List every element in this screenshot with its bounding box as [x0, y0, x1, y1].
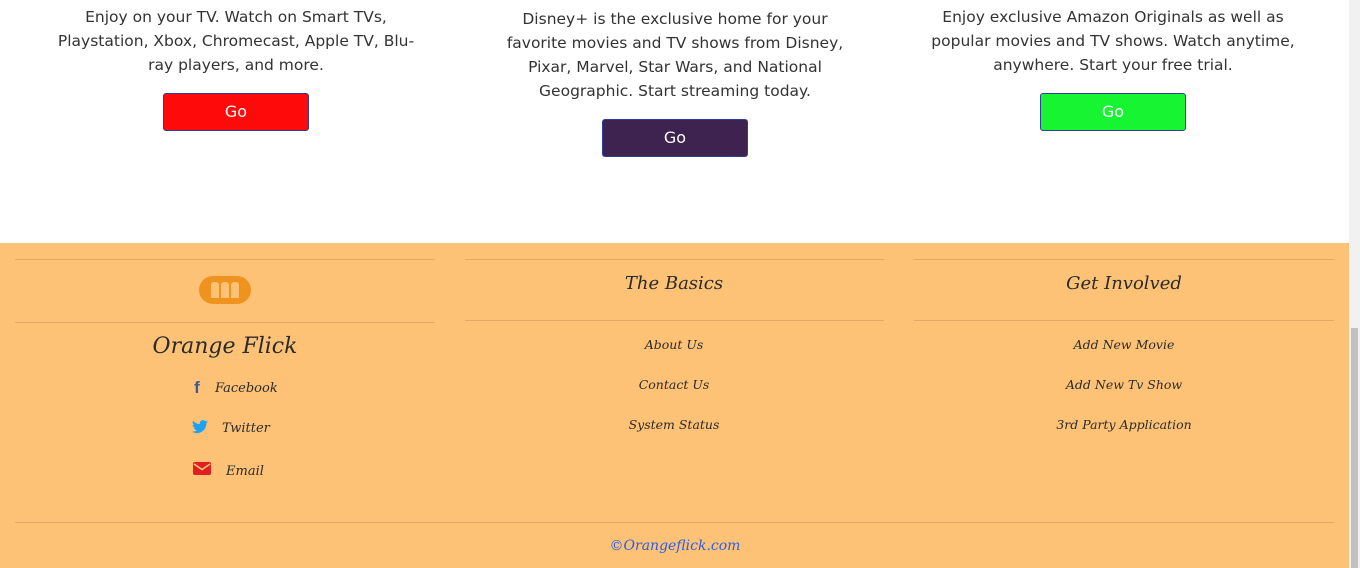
divider [15, 259, 435, 260]
service-card-amazon: Enjoy exclusive Amazon Originals as well… [926, 5, 1300, 131]
involved-title: Get Involved [1066, 273, 1182, 294]
divider [15, 522, 1334, 523]
facebook-icon: f [194, 378, 200, 397]
service-card-tv: Enjoy on your TV. Watch on Smart TVs, Pl… [50, 5, 422, 131]
copyright-link[interactable]: ©Orangeflick.com [525, 538, 825, 554]
service-description: Enjoy on your TV. Watch on Smart TVs, Pl… [57, 8, 415, 74]
go-button-amazon[interactable]: Go [1040, 93, 1186, 131]
service-description: Disney+ is the exclusive home for your f… [506, 10, 844, 100]
orange-flick-logo [199, 276, 251, 304]
go-button-tv[interactable]: Go [163, 93, 309, 131]
divider [914, 320, 1334, 321]
basics-title: The Basics [624, 273, 724, 294]
link-contact-us[interactable]: Contact Us [524, 377, 824, 392]
social-label: Twitter [222, 421, 270, 436]
divider [914, 259, 1334, 260]
divider [15, 322, 435, 323]
link-about-us[interactable]: About Us [524, 337, 824, 352]
services-section: Enjoy on your TV. Watch on Smart TVs, Pl… [0, 0, 1349, 243]
divider [465, 320, 884, 321]
link-add-new-movie[interactable]: Add New Movie [974, 337, 1274, 352]
twitter-icon [188, 420, 212, 437]
divider [465, 259, 884, 260]
link-3rd-party-application[interactable]: 3rd Party Application [974, 417, 1274, 432]
social-email[interactable]: Email [190, 462, 264, 480]
link-system-status[interactable]: System Status [524, 417, 824, 432]
page-scrollbar[interactable] [1349, 0, 1360, 568]
email-icon [190, 462, 214, 480]
social-label: Facebook [215, 380, 278, 396]
social-twitter[interactable]: Twitter [188, 420, 270, 437]
brand-name: Orange Flick [152, 334, 298, 359]
go-button-disney[interactable]: Go [602, 119, 748, 157]
service-card-disney: Disney+ is the exclusive home for your f… [498, 7, 852, 157]
social-facebook[interactable]: f Facebook [185, 378, 278, 398]
link-add-new-tv-show[interactable]: Add New Tv Show [974, 377, 1274, 392]
social-label: Email [226, 463, 264, 479]
service-description: Enjoy exclusive Amazon Originals as well… [931, 8, 1295, 74]
scrollbar-thumb[interactable] [1351, 328, 1358, 568]
